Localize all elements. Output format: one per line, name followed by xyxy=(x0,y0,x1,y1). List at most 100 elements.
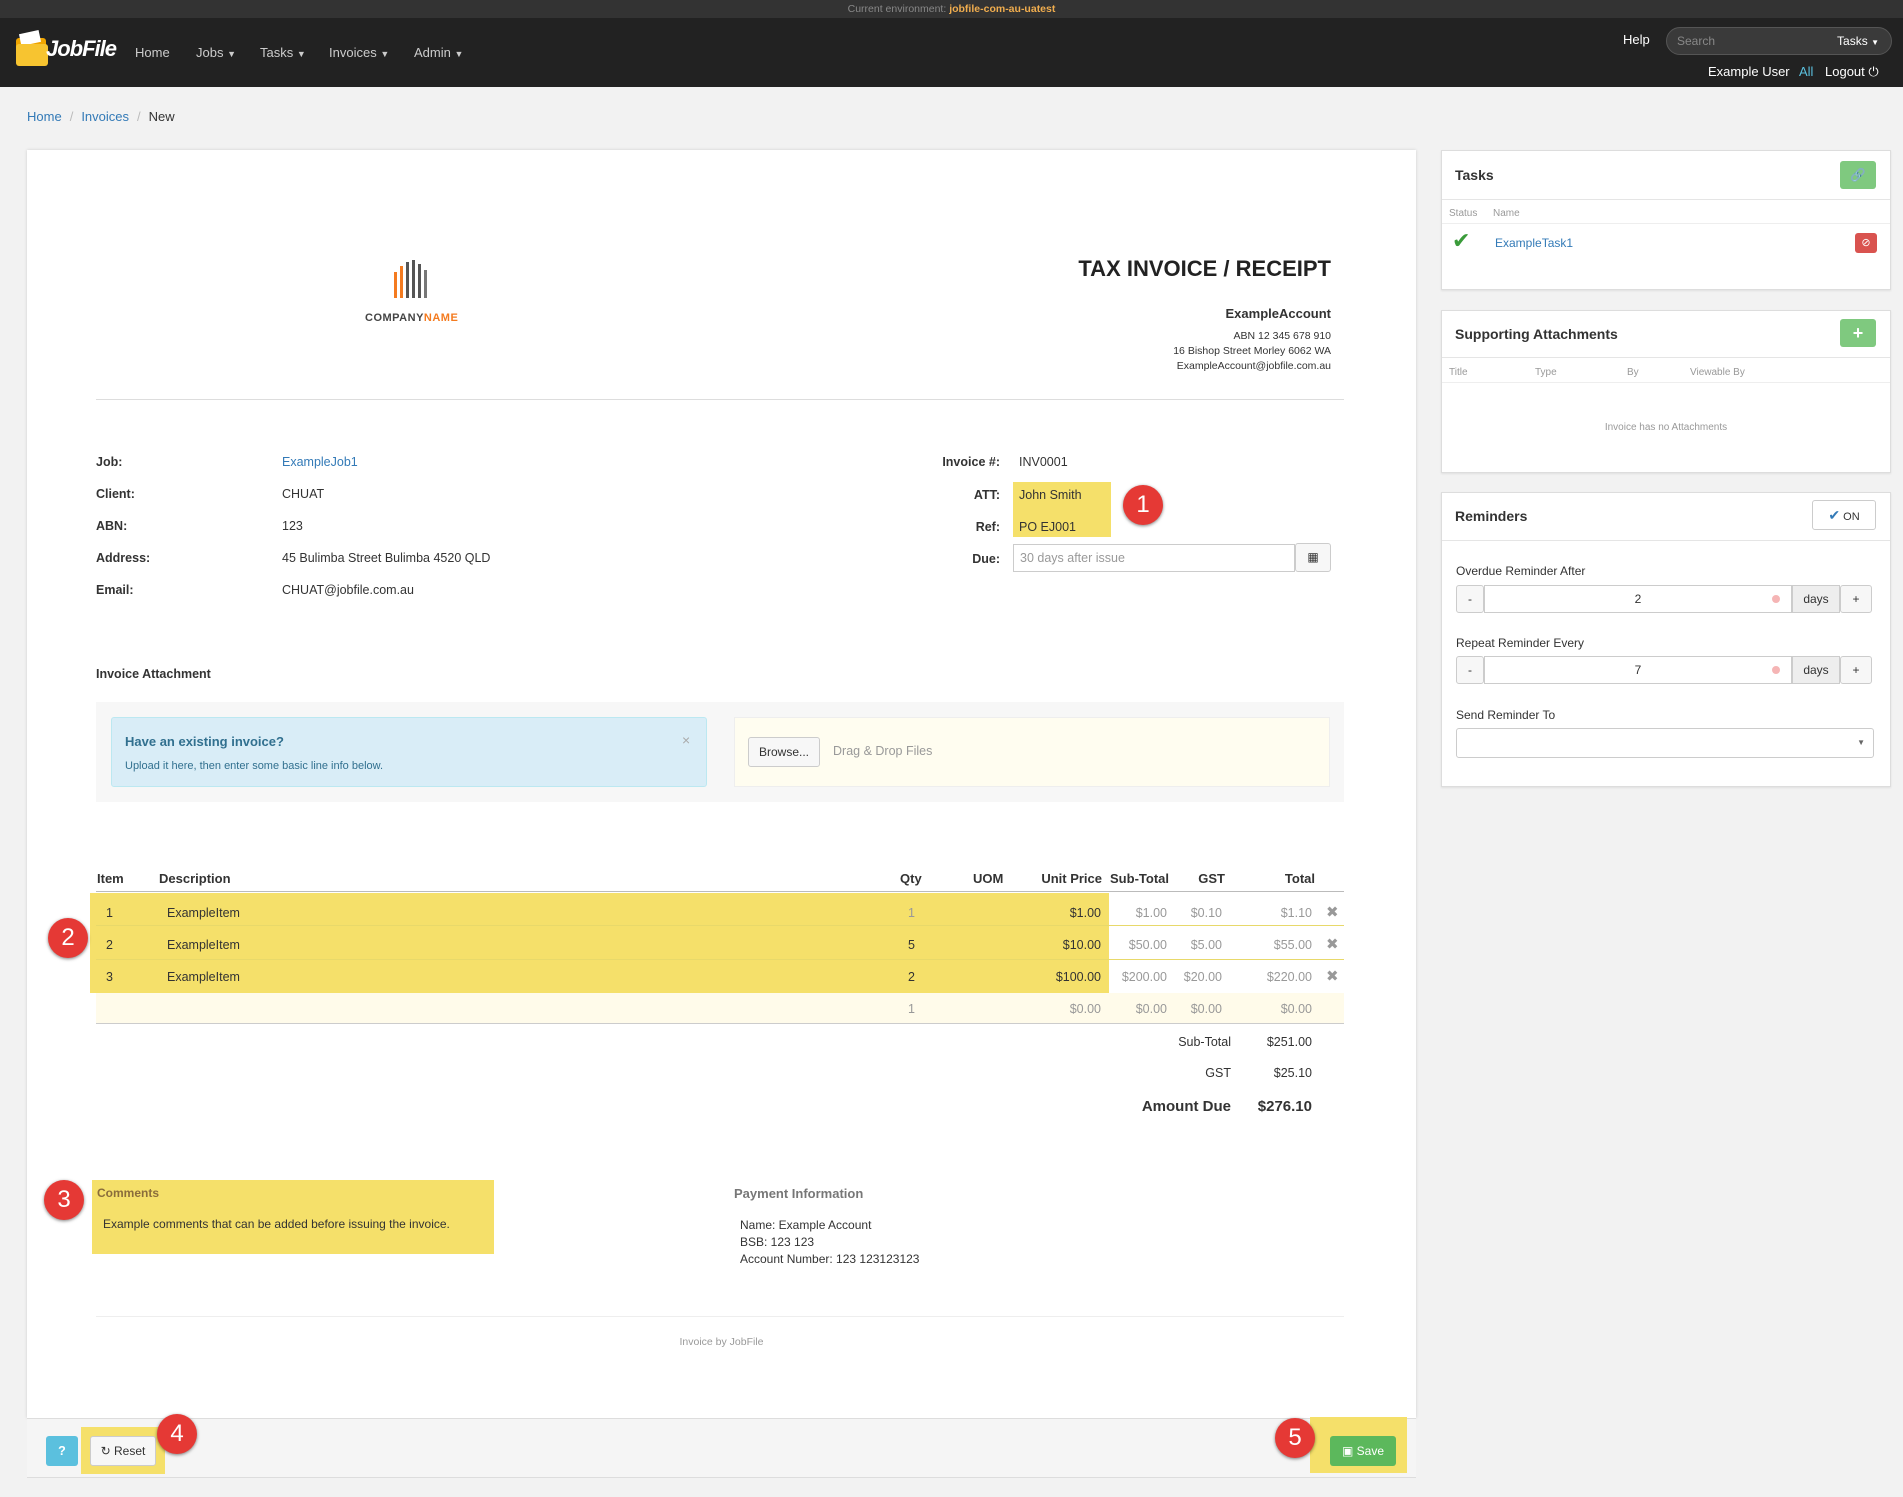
row-4-unit-price[interactable]: $0.00 xyxy=(1070,1002,1101,1016)
close-icon[interactable]: × xyxy=(682,732,690,748)
row-2-subtotal: $50.00 xyxy=(1128,938,1167,952)
logout-link[interactable]: Logout ⏻ xyxy=(1825,64,1879,80)
search-input[interactable]: Search Tasks ▼ xyxy=(1666,27,1892,55)
breadcrumb-invoices[interactable]: Invoices xyxy=(81,109,129,124)
add-attachment-button[interactable]: + xyxy=(1840,319,1876,347)
calendar-icon: ▦ xyxy=(1307,550,1319,564)
row-3-qty[interactable]: 2 xyxy=(908,970,915,984)
row-4-total: $0.00 xyxy=(1280,1002,1312,1016)
overdue-increment[interactable]: + xyxy=(1840,585,1872,613)
remove-row-icon[interactable]: ✖ xyxy=(1326,935,1339,953)
attach-col-by: By xyxy=(1627,367,1639,378)
check-icon: ✔ xyxy=(1828,507,1841,523)
unlink-task-button[interactable]: ⊘ xyxy=(1855,233,1877,253)
invoice-number-value: INV0001 xyxy=(1019,455,1068,469)
nav-home[interactable]: Home xyxy=(135,36,170,70)
repeat-label: Repeat Reminder Every xyxy=(1456,636,1585,650)
panel-divider xyxy=(1442,540,1890,541)
account-address: 16 Bishop Street Morley 6062 WA xyxy=(1173,345,1331,357)
calendar-button[interactable]: ▦ xyxy=(1295,543,1331,572)
tasks-title: Tasks xyxy=(1455,167,1494,183)
save-button[interactable]: ▣ Save xyxy=(1330,1436,1396,1466)
row-2-unit-price[interactable]: $10.00 xyxy=(1063,938,1101,952)
repeat-input[interactable]: 7 xyxy=(1484,656,1792,684)
jobfile-logo[interactable]: JobFile xyxy=(14,28,117,72)
overdue-decrement[interactable]: - xyxy=(1456,585,1484,613)
col-description: Description xyxy=(159,871,231,886)
col-total: Total xyxy=(1284,871,1315,886)
panel-divider xyxy=(1442,382,1890,383)
status-dot-icon xyxy=(1772,595,1780,603)
ref-input[interactable]: PO EJ001 xyxy=(1019,520,1076,534)
nav-admin[interactable]: Admin ▼ xyxy=(414,36,463,71)
row-2-description[interactable]: ExampleItem xyxy=(167,938,240,952)
send-to-select[interactable]: ▼ xyxy=(1456,728,1874,758)
caret-down-icon: ▼ xyxy=(380,49,390,59)
row-1-qty[interactable]: 1 xyxy=(908,906,915,920)
gst-value: $25.10 xyxy=(1273,1066,1312,1080)
payment-name: Name: Example Account xyxy=(740,1218,872,1232)
row-1-description[interactable]: ExampleItem xyxy=(167,906,240,920)
row-2-item: 2 xyxy=(106,938,113,952)
caret-down-icon: ▼ xyxy=(454,49,464,59)
invoice-footer-note: Invoice by JobFile xyxy=(679,1336,764,1348)
row-2-qty[interactable]: 5 xyxy=(908,938,915,952)
nav-help[interactable]: Help xyxy=(1623,32,1650,47)
help-button[interactable]: ? xyxy=(46,1436,78,1466)
row-3-total: $220.00 xyxy=(1266,970,1312,984)
drop-zone-text: Drag & Drop Files xyxy=(833,744,933,758)
client-label: Client: xyxy=(96,487,135,501)
row-4-subtotal: $0.00 xyxy=(1135,1002,1167,1016)
nav-tasks[interactable]: Tasks ▼ xyxy=(260,36,306,71)
panel-divider xyxy=(1442,223,1890,224)
row-1-item: 1 xyxy=(106,906,113,920)
caret-down-icon: ▼ xyxy=(227,49,237,59)
row-divider xyxy=(96,959,1344,960)
breadcrumb-home[interactable]: Home xyxy=(27,109,62,124)
gst-label: GST xyxy=(1205,1066,1231,1080)
company-logo-text: COMPANYNAME xyxy=(365,312,459,324)
unlink-icon: ⊘ xyxy=(1861,237,1871,249)
row-2-total: $55.00 xyxy=(1273,938,1312,952)
browse-button[interactable]: Browse... xyxy=(748,737,820,767)
row-4-qty[interactable]: 1 xyxy=(908,1002,915,1016)
no-attachments-text: Invoice has no Attachments xyxy=(1604,422,1728,433)
question-icon: ? xyxy=(58,1444,66,1458)
row-3-description[interactable]: ExampleItem xyxy=(167,970,240,984)
address-label: Address: xyxy=(96,551,151,565)
user-name[interactable]: Example User xyxy=(1708,64,1790,79)
col-item: Item xyxy=(97,871,124,886)
nav-jobs[interactable]: Jobs ▼ xyxy=(196,36,236,71)
row-2-gst: $5.00 xyxy=(1190,938,1222,952)
row-3-unit-price[interactable]: $100.00 xyxy=(1056,970,1101,984)
callout-badge-4: 4 xyxy=(157,1414,197,1454)
nav-invoices[interactable]: Invoices ▼ xyxy=(329,36,389,71)
comments-text[interactable]: Example comments that can be added befor… xyxy=(103,1217,450,1231)
repeat-unit: days xyxy=(1792,656,1840,684)
task-link[interactable]: ExampleTask1 xyxy=(1495,236,1573,250)
brand-name: JobFile xyxy=(46,36,117,61)
existing-invoice-alert xyxy=(111,717,707,787)
due-date-input[interactable]: 30 days after issue xyxy=(1013,544,1295,572)
link-task-button[interactable]: 🔗 xyxy=(1840,161,1876,189)
col-subtotal: Sub-Total xyxy=(1110,871,1169,886)
reset-button[interactable]: ↻ Reset xyxy=(90,1436,156,1466)
reminders-toggle[interactable]: ✔ ON xyxy=(1812,500,1876,530)
remove-row-icon[interactable]: ✖ xyxy=(1326,967,1339,985)
search-scope-dropdown[interactable]: Tasks ▼ xyxy=(1837,34,1879,48)
row-1-unit-price[interactable]: $1.00 xyxy=(1070,906,1101,920)
account-abn: ABN 12 345 678 910 xyxy=(1233,330,1332,342)
drop-zone[interactable] xyxy=(734,717,1330,787)
row-1-subtotal: $1.00 xyxy=(1135,906,1167,920)
col-gst: GST xyxy=(1198,871,1225,886)
power-icon: ⏻ xyxy=(1868,64,1879,79)
repeat-increment[interactable]: + xyxy=(1840,656,1872,684)
subtotal-value: $251.00 xyxy=(1266,1035,1312,1049)
repeat-decrement[interactable]: - xyxy=(1456,656,1484,684)
job-link[interactable]: ExampleJob1 xyxy=(282,455,358,469)
overdue-input[interactable]: 2 xyxy=(1484,585,1792,613)
caret-down-icon: ▼ xyxy=(296,49,306,59)
nav-all[interactable]: All xyxy=(1799,64,1813,79)
remove-row-icon[interactable]: ✖ xyxy=(1326,903,1339,921)
att-input[interactable]: John Smith xyxy=(1019,488,1082,502)
